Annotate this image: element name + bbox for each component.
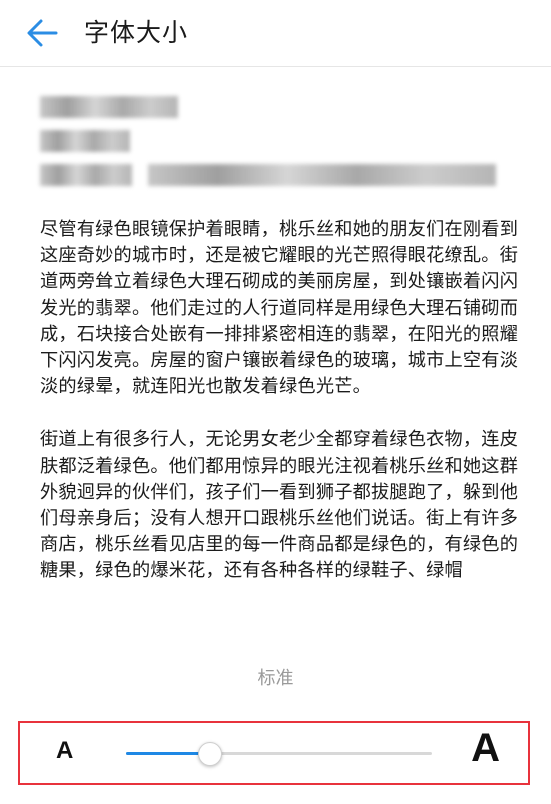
slider-fill — [126, 752, 209, 755]
large-font-icon: A — [471, 726, 500, 770]
page-title: 字体大小 — [84, 18, 189, 47]
back-button[interactable] — [24, 14, 60, 52]
blurred-line — [40, 130, 520, 152]
blurred-line — [40, 96, 520, 118]
blurred-line — [40, 164, 520, 186]
font-size-slider[interactable] — [126, 742, 432, 766]
preview-text: 尽管有绿色眼镜保护着眼睛，桃乐丝和她的朋友们在刚看到这座奇妙的城市时，还是被它耀… — [40, 217, 526, 623]
blurred-header-lines — [40, 96, 520, 198]
arrow-left-icon — [27, 19, 58, 47]
header-divider — [0, 66, 551, 67]
slider-thumb[interactable] — [197, 742, 222, 766]
font-size-level-label: 标准 — [257, 668, 294, 689]
small-font-icon: A — [56, 737, 74, 764]
font-size-slider-panel: A A — [18, 721, 530, 785]
preview-paragraph: 尽管有绿色眼镜保护着眼睛，桃乐丝和她的朋友们在刚看到这座奇妙的城市时，还是被它耀… — [40, 219, 519, 398]
preview-paragraph: 街道上有很多行人，无论男女老少全都穿着绿色衣物，连皮肤都泛着绿色。他们都用惊异的… — [40, 429, 519, 582]
top-bar: 字体大小 — [0, 0, 551, 66]
font-size-settings-page: 字体大小 尽管有绿色眼镜保护着眼睛，桃乐丝和她的朋友们在刚看到这座奇妙的城市时，… — [0, 0, 551, 804]
